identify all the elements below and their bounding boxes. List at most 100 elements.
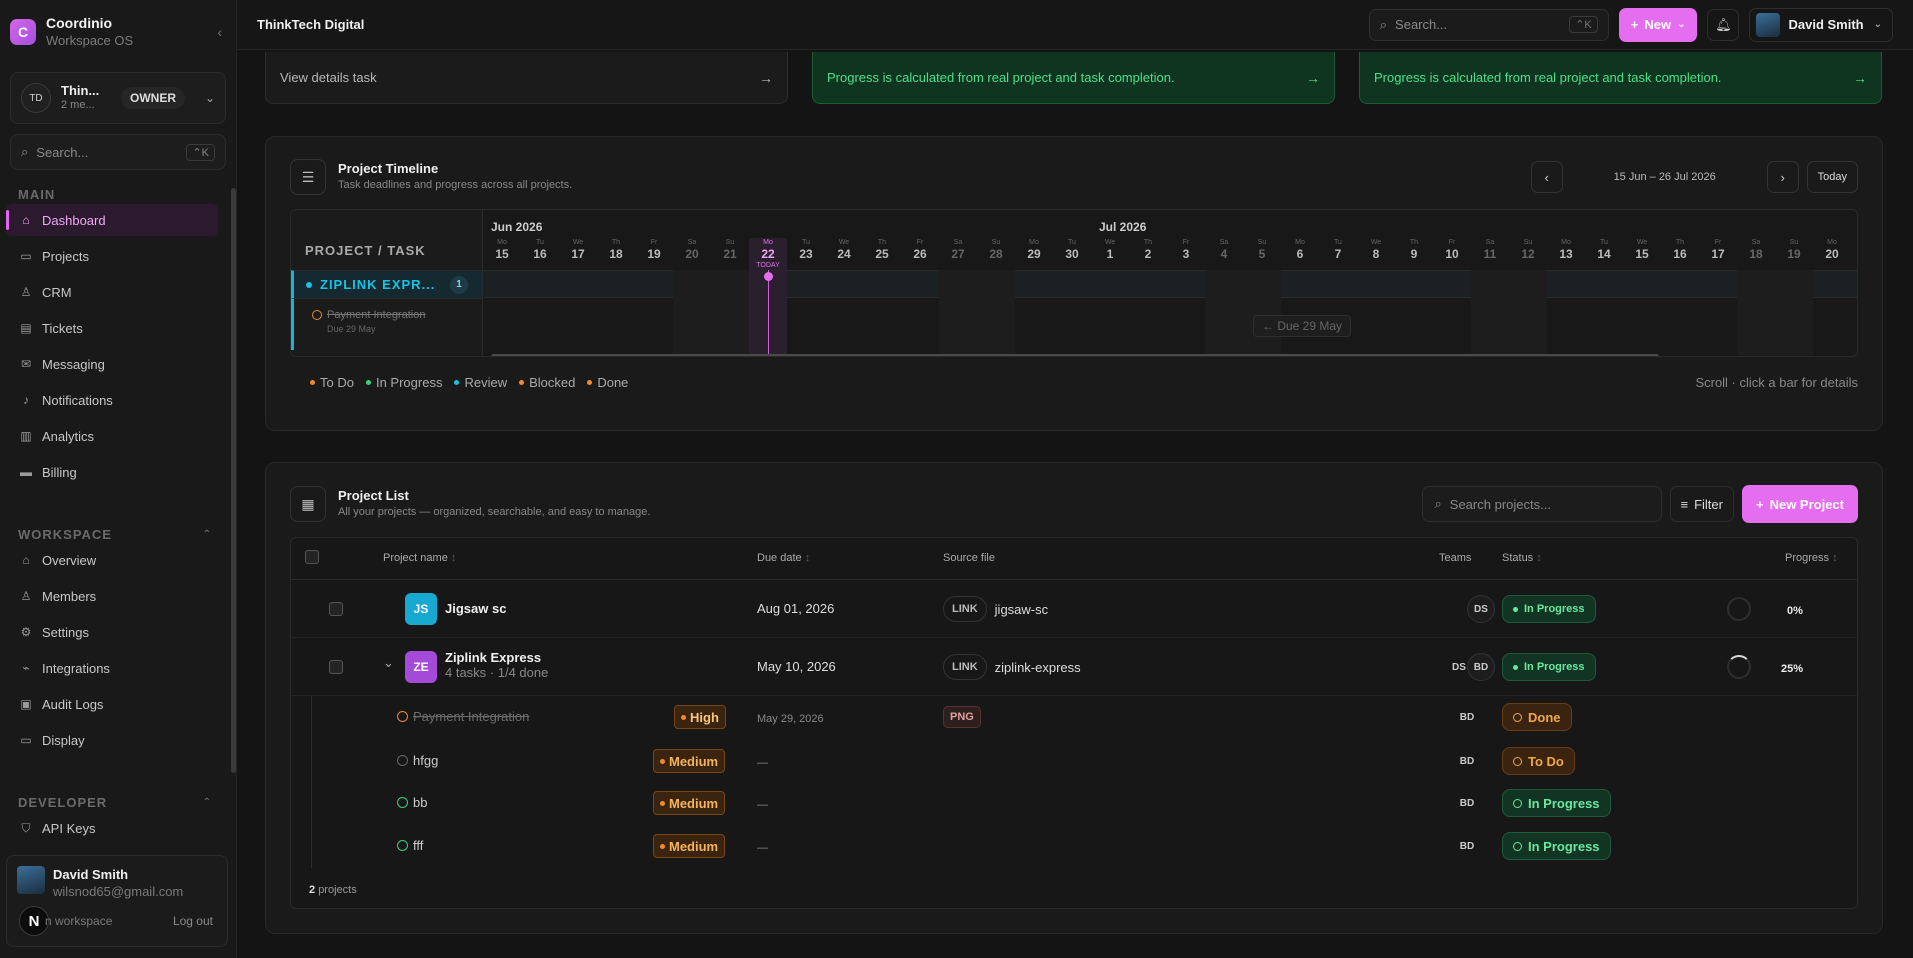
row-checkbox[interactable] [329,602,343,616]
section-workspace[interactable]: WORKSPACE ⌃ [0,520,230,544]
project-name[interactable]: Ziplink Express [445,650,548,665]
task-row[interactable]: bb Medium — BD In Progress [291,782,1857,825]
weekday-label: Tu [536,239,544,246]
status-badge[interactable]: To Do [1502,747,1575,775]
task-status-icon[interactable] [397,840,408,851]
progress-note-card[interactable]: Progress is calculated from real project… [1359,52,1882,104]
day-number: 26 [913,247,927,261]
chevron-down-icon[interactable]: ⌄ [205,91,215,105]
day-number: 1 [1106,247,1114,261]
weekday-label: Th [1675,239,1685,246]
sidebar-search[interactable]: ⌕ Search... ⌃K [10,134,226,170]
collapse-sidebar-icon[interactable]: ‹ [217,24,222,40]
sidebar-item-overview[interactable]: ⌂ Overview [6,544,218,576]
timeline-scrollbar[interactable] [491,354,1659,356]
source-file-link[interactable]: ziplink-express [995,660,1081,675]
table-row[interactable]: JS Jigsaw sc Aug 01, 2026 LINK jigsaw-sc DS In… [291,580,1857,638]
task-row[interactable]: fff Medium — BD In Progress [291,825,1857,868]
sidebar-search-placeholder: Search... [36,144,89,160]
section-developer[interactable]: DEVELOPER ⌃ [0,788,230,812]
task-name[interactable]: Payment Integration [413,709,529,724]
brand-subtitle: Workspace OS [46,33,134,48]
source-file-link[interactable]: jigsaw-sc [995,602,1048,617]
timeline-day: Sa 11 [1471,238,1509,270]
sidebar-item-notifications[interactable]: ♪ Notifications [6,384,218,416]
timeline-project[interactable]: ZIPLINK EXPR... 1 [291,270,482,298]
sidebar-nav: MAIN ⌂ Dashboard ▭ Projects ♙ CRM ▤ Tickets ✉ Mes… [0,180,230,840]
switch-workspace-link[interactable]: n workspace [45,914,112,928]
task-name[interactable]: bb [413,795,427,810]
project-search-input[interactable]: ⌕ Search projects... [1421,486,1662,522]
view-details-card[interactable]: View details task → [265,52,788,104]
col-project-name[interactable]: Project name ↕ [383,552,456,564]
chevron-down-icon[interactable]: ⌄ [383,655,394,670]
col-progress[interactable]: Progress ↕ [1785,552,1838,564]
sidebar-item-integrations[interactable]: ⌁ Integrations [6,652,218,684]
sidebar-item-api-keys[interactable]: ⛉ API Keys [6,812,218,840]
timeline-day: We 24 [825,238,863,270]
task-status-icon[interactable] [397,711,408,722]
filter-button[interactable]: ≡ Filter [1669,486,1734,522]
col-due-date[interactable]: Due date ↕ [757,552,810,564]
legend-item: In Progress [365,375,442,390]
new-project-button[interactable]: + New Project [1741,485,1858,523]
timeline-task[interactable]: Payment Integration Due 29 May [291,298,482,350]
table-row[interactable]: ⌄ ZE Ziplink Express 4 tasks · 1/4 done May … [291,638,1857,696]
weekday-label: Fr [1448,239,1456,246]
progress-note-card[interactable]: Progress is calculated from real project… [812,52,1335,104]
status-badge[interactable]: Done [1502,703,1572,731]
project-name[interactable]: Jigsaw sc [445,601,506,616]
status-badge[interactable]: In Progress [1502,789,1611,817]
sidebar-item-messaging[interactable]: ✉ Messaging [6,348,218,380]
workspace-switcher[interactable]: TD Thin... 2 me... OWNER ⌄ [10,72,226,124]
due-chip[interactable]: ← Due 29 May [1253,315,1352,337]
sidebar-item-settings[interactable]: ⚙ Settings [6,616,218,648]
timeline-calendar[interactable]: Mo 15 Tu 16 We 17 Th 18 Fr 19 Sa 20 Su 21 Mo 22 TODAY Tu 2… [483,210,1857,356]
task-status-icon[interactable] [397,755,408,766]
weekend-column [1471,270,1509,356]
task-status-icon[interactable] [397,797,408,808]
prev-range-button[interactable]: ‹ [1530,161,1563,193]
today-button[interactable]: Today [1806,161,1858,193]
sidebar-scrollbar[interactable] [231,188,236,773]
sidebar-item-display[interactable]: ▭ Display [6,724,218,756]
task-row[interactable]: Payment Integration High May 29, 2026 PNG BD… [291,696,1857,739]
sidebar-item-audit-logs[interactable]: ▣ Audit Logs [6,688,218,720]
user-menu[interactable]: David Smith ⌄ [1749,7,1893,42]
sidebar-item-billing[interactable]: ▬ Billing [6,456,218,488]
section-main: MAIN [18,186,56,202]
weekday-label: Mo [763,239,773,246]
bell-icon: 🔔︎ [1715,16,1732,32]
select-all-checkbox[interactable] [305,550,319,564]
chevron-up-icon[interactable]: ⌃ [203,797,212,808]
legend-item: To Do [310,375,354,390]
chevron-up-icon[interactable]: ⌃ [203,529,212,540]
col-status[interactable]: Status ↕ [1502,552,1542,564]
sidebar-item-projects[interactable]: ▭ Projects [6,240,218,272]
avatar[interactable] [17,866,45,894]
sidebar-item-members[interactable]: ♙ Members [6,580,218,612]
logout-link[interactable]: Log out [173,914,213,928]
task-name[interactable]: hfgg [413,753,438,768]
sidebar-item-dashboard[interactable]: ⌂ Dashboard [6,204,218,236]
sidebar-item-crm[interactable]: ♙ CRM [6,276,218,308]
progress-ring [1727,597,1751,621]
notifications-button[interactable]: 🔔︎ [1707,8,1740,41]
task-row[interactable]: hfgg Medium — BD To Do [291,740,1857,783]
sidebar-item-tickets[interactable]: ▤ Tickets [6,312,218,344]
progress-note: Progress is calculated from real project… [827,70,1175,85]
global-search[interactable]: ⌕ Search... ⌃K [1368,8,1609,41]
timeline-hint: Scroll · click a bar for details [1695,375,1858,390]
chart-icon: ▥ [20,429,32,443]
sidebar-item-analytics[interactable]: ▥ Analytics [6,420,218,452]
next-range-button[interactable]: › [1766,161,1799,193]
team-avatar: BD [1459,840,1475,852]
task-name[interactable]: fff [413,838,423,853]
timeline-day: Su 5 [1243,238,1281,270]
file-type-badge[interactable]: PNG [943,706,981,728]
row-checkbox[interactable] [329,660,343,674]
new-button[interactable]: + New ⌄ [1618,7,1698,42]
status-badge[interactable]: In Progress [1502,832,1611,860]
mail-icon: ✉ [20,357,32,371]
task-due-date: — [757,757,768,769]
